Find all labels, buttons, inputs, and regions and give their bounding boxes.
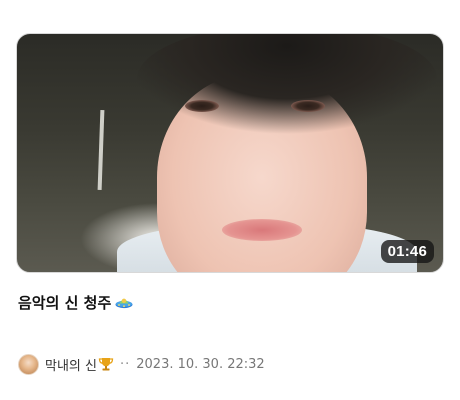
author-name-text: 막내의 신 [45,358,97,374]
post-title[interactable]: 음악의 신 청주 [18,292,133,313]
left-eye-shape [185,100,219,112]
right-eye-shape [291,100,325,112]
video-thumbnail[interactable]: 01:46 [16,33,444,273]
seatbelt-shape [97,109,105,191]
video-duration-badge: 01:46 [380,240,434,263]
post-date: 2023. 10. 30. 22:32 [136,356,265,372]
trophy-icon [98,356,114,372]
post-title-text: 음악의 신 청주 [18,294,112,312]
video-post-card: 01:46 음악의 신 청주 막내의 신 ·· 2023. 10. 30. 22… [0,0,460,400]
ufo-icon [115,295,133,311]
lips-shape [222,219,302,241]
meta-separator: ·· [119,356,131,372]
post-meta: 막내의 신 ·· 2023. 10. 30. 22:32 [18,353,265,375]
author-avatar[interactable] [18,353,39,375]
author-name[interactable]: 막내의 신 [45,355,114,374]
